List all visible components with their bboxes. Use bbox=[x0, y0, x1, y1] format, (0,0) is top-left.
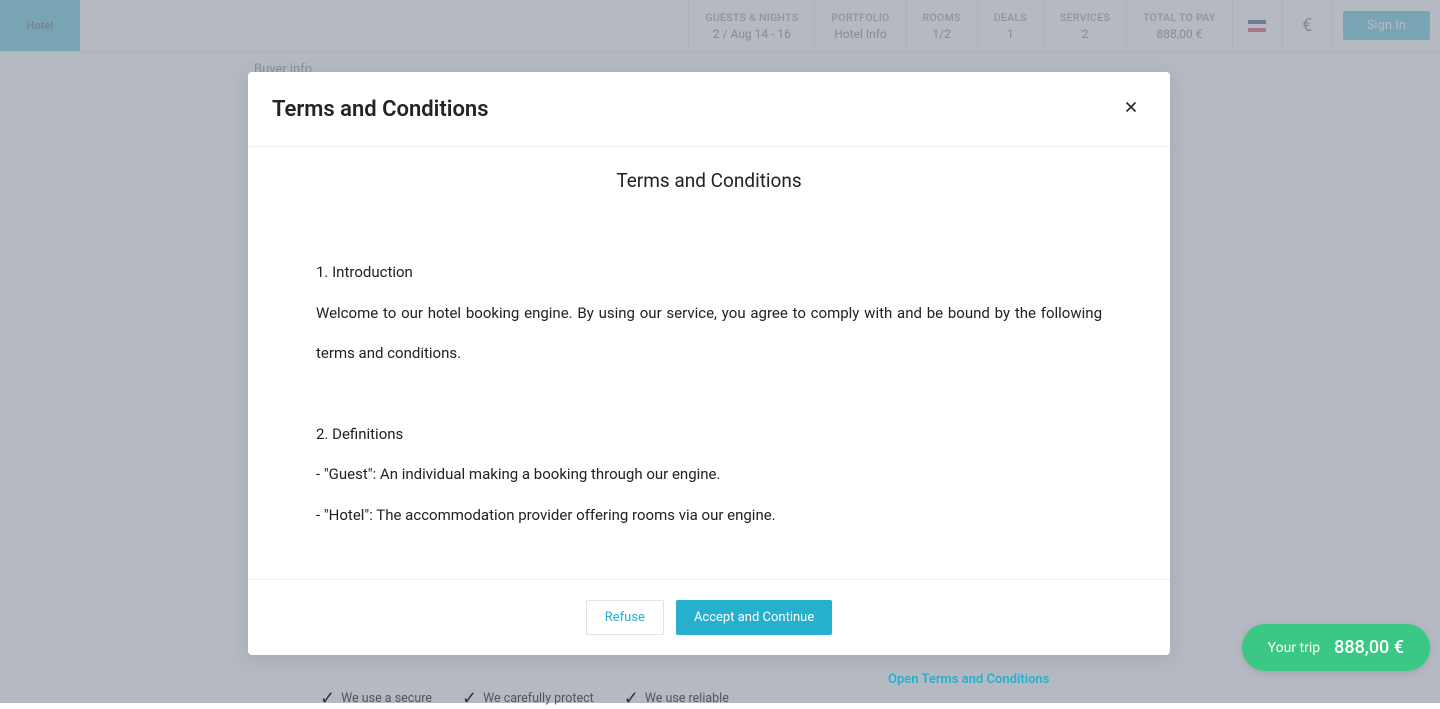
modal-title: Terms and Conditions bbox=[272, 97, 489, 122]
trip-price: 888,00 € bbox=[1334, 637, 1404, 658]
section-1-body: Welcome to our hotel booking engine. By … bbox=[316, 293, 1102, 374]
terms-body-title: Terms and Conditions bbox=[274, 169, 1144, 192]
refuse-button[interactable]: Refuse bbox=[586, 600, 664, 635]
modal-body: Terms and Conditions 1. Introduction Wel… bbox=[248, 147, 1170, 579]
benefit-item: ✓ We use a secure bbox=[320, 688, 432, 709]
modal-footer: Refuse Accept and Continue bbox=[248, 579, 1170, 655]
check-icon: ✓ bbox=[320, 688, 335, 709]
close-button[interactable] bbox=[1118, 94, 1144, 124]
benefit-text: We use a secure bbox=[341, 691, 432, 706]
terms-content: 1. Introduction Welcome to our hotel boo… bbox=[274, 252, 1144, 535]
accept-button[interactable]: Accept and Continue bbox=[676, 600, 832, 635]
section-2-line-1: - "Guest": An individual making a bookin… bbox=[316, 454, 1102, 495]
open-terms-link[interactable]: Open Terms and Conditions bbox=[888, 672, 1049, 687]
section-1-title: 1. Introduction bbox=[316, 252, 1102, 293]
modal-header: Terms and Conditions bbox=[248, 72, 1170, 147]
section-gap bbox=[316, 374, 1102, 414]
close-icon bbox=[1122, 98, 1140, 116]
benefit-text: We carefully protect bbox=[483, 691, 594, 706]
benefit-item: ✓ We use reliable bbox=[624, 688, 729, 709]
terms-modal: Terms and Conditions Terms and Condition… bbox=[248, 72, 1170, 655]
check-icon: ✓ bbox=[624, 688, 639, 709]
trip-summary-pill[interactable]: Your trip 888,00 € bbox=[1242, 624, 1430, 671]
section-2-title: 2. Definitions bbox=[316, 414, 1102, 455]
benefits-row: ✓ We use a secure ✓ We carefully protect ✓… bbox=[320, 688, 729, 709]
trip-label: Your trip bbox=[1268, 640, 1320, 656]
section-2-line-2: - "Hotel": The accommodation provider of… bbox=[316, 495, 1102, 536]
check-icon: ✓ bbox=[462, 688, 477, 709]
benefit-item: ✓ We carefully protect bbox=[462, 688, 594, 709]
benefit-text: We use reliable bbox=[645, 691, 729, 706]
